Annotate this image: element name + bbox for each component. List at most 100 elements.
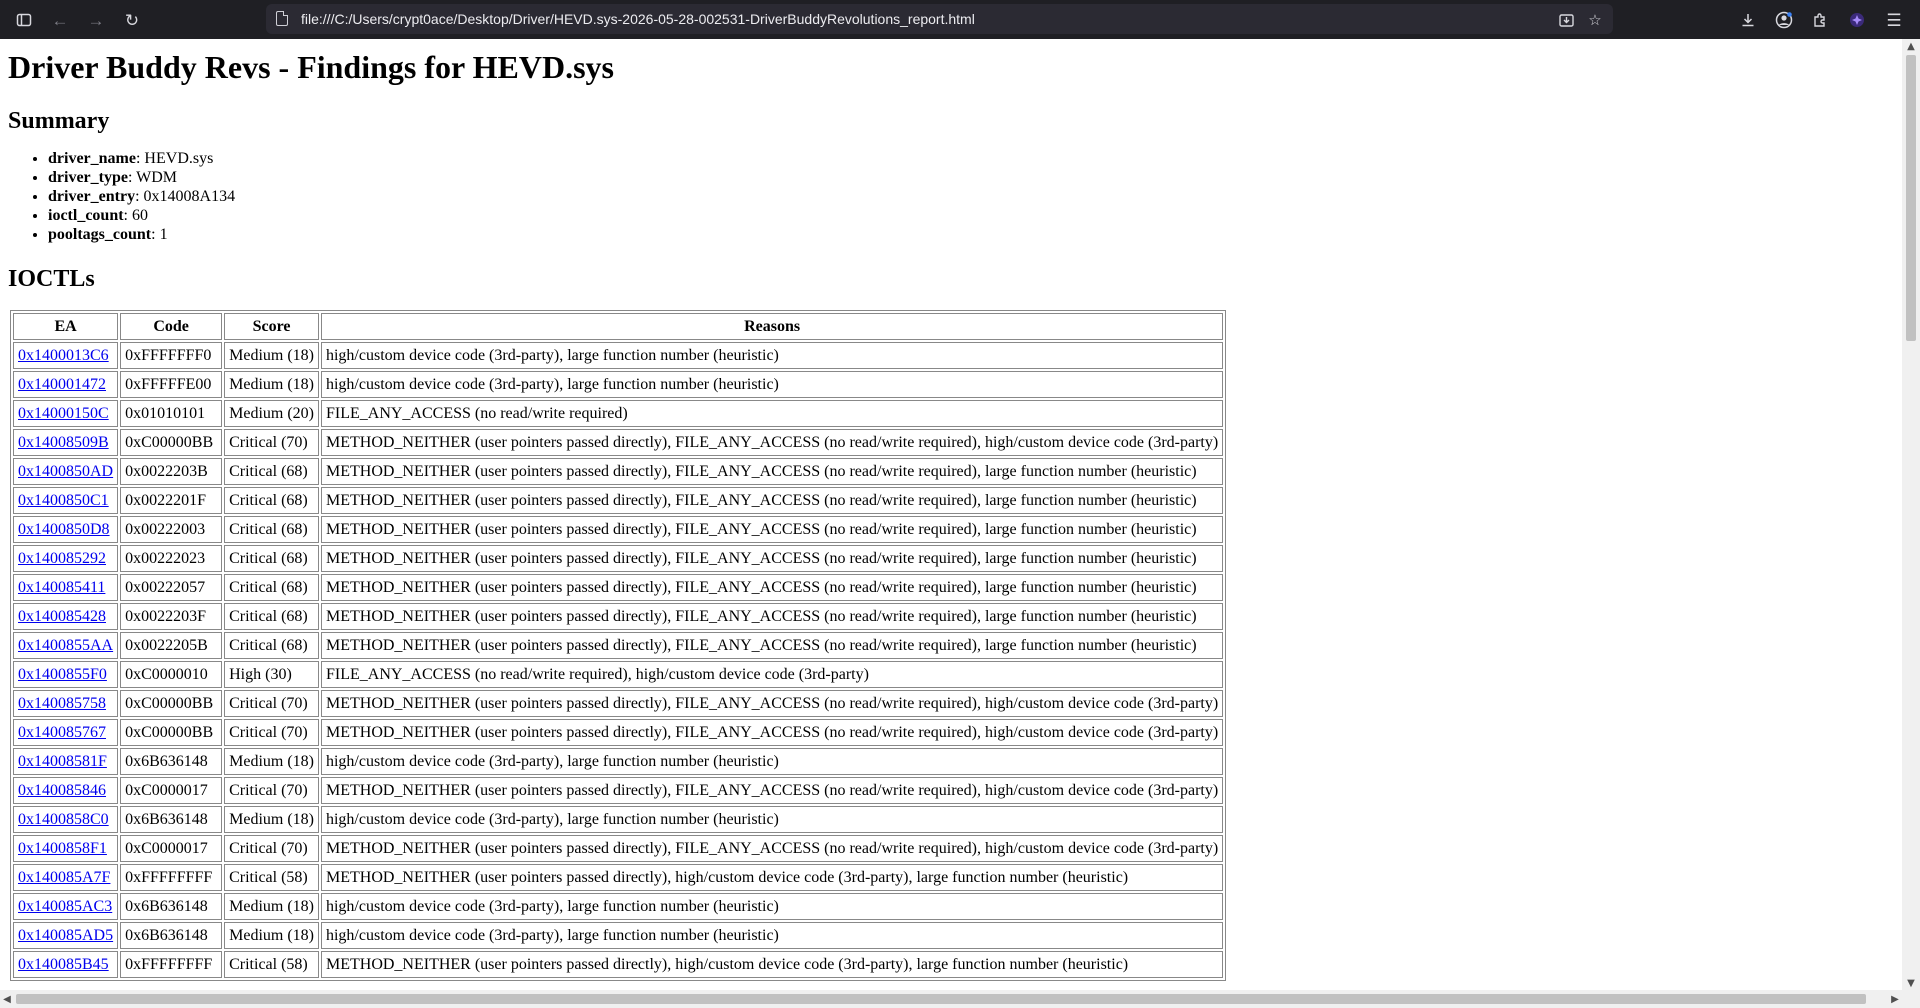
table-row: 0x1400858F1 0xC0000017 Critical (70) METHOD… xyxy=(13,835,1224,862)
ea-link[interactable]: 0x14008581F xyxy=(18,753,107,770)
summary-list: driver_name: HEVD.sys driver_type: WDM d… xyxy=(8,149,1894,244)
score-cell: Critical (70) xyxy=(224,429,319,456)
table-row: 0x140085AC3 0x6B636148 Medium (18) high/cus… xyxy=(13,893,1224,920)
ea-link[interactable]: 0x140085AD5 xyxy=(18,927,113,944)
ea-link[interactable]: 0x1400855AA xyxy=(18,637,113,654)
ea-link[interactable]: 0x140001472 xyxy=(18,376,106,393)
summary-item: driver_type: WDM xyxy=(48,168,1894,187)
ea-link[interactable]: 0x14008509B xyxy=(18,434,109,451)
table-row: 0x1400858C0 0x6B636148 Medium (18) high/cus… xyxy=(13,806,1224,833)
vertical-scrollbar[interactable]: ▲ ▼ xyxy=(1902,39,1920,990)
ea-cell: 0x140085767 xyxy=(13,719,119,746)
code-cell: 0x01010101 xyxy=(120,400,223,427)
code-cell: 0xFFFFFE00 xyxy=(120,371,223,398)
ioctl-table: EA Code Score Reasons 0x1400013C6 0xFFFFF… xyxy=(10,310,1227,981)
menu-icon[interactable]: ☰ xyxy=(1880,6,1908,34)
reasons-cell: METHOD_NEITHER (user pointers passed dir… xyxy=(320,429,1224,456)
reader-view-icon[interactable] xyxy=(1555,9,1577,31)
ea-link[interactable]: 0x1400855F0 xyxy=(18,666,107,683)
extensions-icon[interactable] xyxy=(1806,6,1834,34)
page-content: Driver Buddy Revs - Findings for HEVD.sy… xyxy=(0,39,1902,990)
code-cell: 0x00222057 xyxy=(120,574,223,601)
reasons-cell: METHOD_NEITHER (user pointers passed dir… xyxy=(320,690,1224,717)
vertical-scroll-thumb[interactable] xyxy=(1906,55,1916,341)
header-score: Score xyxy=(224,313,319,340)
score-cell: Critical (68) xyxy=(224,545,319,572)
reasons-cell: high/custom device code (3rd-party), lar… xyxy=(320,893,1224,920)
reasons-cell: FILE_ANY_ACCESS (no read/write required)… xyxy=(320,661,1224,688)
account-icon[interactable] xyxy=(1770,6,1798,34)
reasons-cell: high/custom device code (3rd-party), lar… xyxy=(320,371,1224,398)
scroll-right-arrow-icon[interactable]: ▶ xyxy=(1888,990,1902,1008)
reasons-cell: METHOD_NEITHER (user pointers passed dir… xyxy=(320,603,1224,630)
ea-link[interactable]: 0x1400858C0 xyxy=(18,811,109,828)
score-cell: Medium (18) xyxy=(224,922,319,949)
page-title: Driver Buddy Revs - Findings for HEVD.sy… xyxy=(8,49,614,85)
score-cell: Critical (68) xyxy=(224,574,319,601)
reasons-cell: METHOD_NEITHER (user pointers passed dir… xyxy=(320,574,1224,601)
table-row: 0x140085758 0xC00000BB Critical (70) METHOD… xyxy=(13,690,1224,717)
reload-button[interactable]: ↻ xyxy=(118,6,146,34)
score-cell: Medium (20) xyxy=(224,400,319,427)
table-row: 0x14008509B 0xC00000BB Critical (70) METHOD… xyxy=(13,429,1224,456)
ea-cell: 0x14000150C xyxy=(13,400,119,427)
ea-link[interactable]: 0x1400858F1 xyxy=(18,840,107,857)
code-cell: 0x0022205B xyxy=(120,632,223,659)
scrollbar-corner xyxy=(1902,990,1920,1008)
ea-link[interactable]: 0x140085AC3 xyxy=(18,898,112,915)
ioctl-table-body: 0x1400013C6 0xFFFFFFF0 Medium (18) high/cus… xyxy=(13,342,1224,978)
url-text[interactable]: file:///C:/Users/crypt0ace/Desktop/Drive… xyxy=(301,11,975,27)
forward-button[interactable]: → xyxy=(82,6,110,34)
ea-link[interactable]: 0x140085B45 xyxy=(18,956,109,973)
scroll-up-arrow-icon[interactable]: ▲ xyxy=(1902,39,1920,53)
reasons-cell: FILE_ANY_ACCESS (no read/write required) xyxy=(320,400,1224,427)
score-cell: Critical (68) xyxy=(224,603,319,630)
reasons-cell: METHOD_NEITHER (user pointers passed dir… xyxy=(320,719,1224,746)
summary-value: : WDM xyxy=(127,169,178,186)
ea-cell: 0x140001472 xyxy=(13,371,119,398)
back-button[interactable]: ← xyxy=(46,6,74,34)
browser-toolbar: ← → ↻ file:///C:/Users/crypt0ace/Desktop… xyxy=(0,0,1920,39)
summary-key: ioctl_count xyxy=(48,207,124,224)
score-cell: Critical (58) xyxy=(224,864,319,891)
ea-link[interactable]: 0x1400013C6 xyxy=(18,347,109,364)
ea-link[interactable]: 0x1400850C1 xyxy=(18,492,109,509)
page-icon xyxy=(276,11,288,26)
scroll-left-arrow-icon[interactable]: ◀ xyxy=(0,990,14,1008)
horizontal-scrollbar[interactable]: ◀ ▶ xyxy=(0,990,1902,1008)
header-code: Code xyxy=(120,313,223,340)
reasons-cell: METHOD_NEITHER (user pointers passed dir… xyxy=(320,951,1224,978)
ea-link[interactable]: 0x140085767 xyxy=(18,724,106,741)
summary-value: : 0x14008A134 xyxy=(135,188,236,205)
ea-link[interactable]: 0x1400850D8 xyxy=(18,521,110,538)
reasons-cell: METHOD_NEITHER (user pointers passed dir… xyxy=(320,864,1224,891)
downloads-icon[interactable] xyxy=(1734,6,1762,34)
ea-link[interactable]: 0x140085A7F xyxy=(18,869,110,886)
extension-avatar-icon[interactable] xyxy=(1843,6,1871,34)
table-row: 0x14000150C 0x01010101 Medium (20) FILE_ANY… xyxy=(13,400,1224,427)
ea-link[interactable]: 0x140085292 xyxy=(18,550,106,567)
address-bar[interactable]: file:///C:/Users/crypt0ace/Desktop/Drive… xyxy=(266,4,1613,34)
ea-cell: 0x1400013C6 xyxy=(13,342,119,369)
code-cell: 0xC00000BB xyxy=(120,719,223,746)
horizontal-scroll-thumb[interactable] xyxy=(16,994,1866,1004)
table-row: 0x1400855AA 0x0022205B Critical (68) METHOD… xyxy=(13,632,1224,659)
bookmark-star-icon[interactable]: ☆ xyxy=(1584,9,1606,31)
reasons-cell: METHOD_NEITHER (user pointers passed dir… xyxy=(320,545,1224,572)
ea-cell: 0x1400850C1 xyxy=(13,487,119,514)
ea-link[interactable]: 0x140085758 xyxy=(18,695,106,712)
score-cell: Medium (18) xyxy=(224,806,319,833)
sidebar-toggle-icon[interactable] xyxy=(10,6,38,34)
ea-link[interactable]: 0x140085846 xyxy=(18,782,106,799)
reasons-cell: METHOD_NEITHER (user pointers passed dir… xyxy=(320,835,1224,862)
scroll-down-arrow-icon[interactable]: ▼ xyxy=(1902,976,1920,990)
score-cell: Critical (68) xyxy=(224,487,319,514)
score-cell: Medium (18) xyxy=(224,748,319,775)
summary-item: driver_name: HEVD.sys xyxy=(48,149,1894,168)
score-cell: Medium (18) xyxy=(224,342,319,369)
ea-link[interactable]: 0x1400850AD xyxy=(18,463,113,480)
ea-link[interactable]: 0x140085411 xyxy=(18,579,105,596)
ea-link[interactable]: 0x140085428 xyxy=(18,608,106,625)
ea-link[interactable]: 0x14000150C xyxy=(18,405,109,422)
ea-cell: 0x14008509B xyxy=(13,429,119,456)
